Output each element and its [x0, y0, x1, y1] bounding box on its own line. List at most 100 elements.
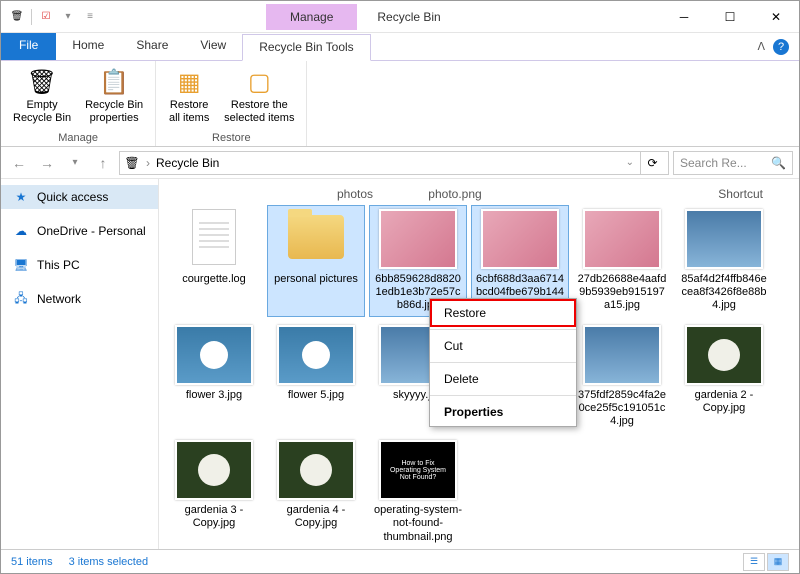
file-label: 27db26688e4aafd9b5939eb915197a15.jpg: [577, 273, 667, 313]
file-label: gardenia 3 - Copy.jpg: [169, 504, 259, 530]
tab-home[interactable]: Home: [56, 33, 120, 60]
thumbnail: [277, 440, 355, 500]
sidebar-item-quick-access[interactable]: ★ Quick access: [1, 185, 158, 209]
file-item[interactable]: personal pictures: [267, 205, 365, 317]
empty-recycle-bin-button[interactable]: 🗑 Empty Recycle Bin: [7, 65, 77, 130]
recycle-bin-icon: 🗑: [9, 9, 25, 25]
file-item[interactable]: flower 3.jpg: [165, 321, 263, 433]
navigation-bar: ← → ▾ ↑ 🗑 › Recycle Bin ⌄ ⟳ Search Re...…: [1, 147, 799, 179]
address-bar[interactable]: 🗑 › Recycle Bin ⌄ ⟳: [119, 151, 669, 175]
thumbnail: [277, 209, 355, 269]
breadcrumb[interactable]: Recycle Bin: [156, 156, 219, 170]
sidebar-item-this-pc[interactable]: 🖥 This PC: [1, 253, 158, 277]
back-button[interactable]: ←: [7, 151, 31, 175]
this-pc-icon: 🖥: [13, 257, 29, 273]
breadcrumb-separator: ›: [146, 156, 150, 170]
thumbnail: [685, 325, 763, 385]
thumbnail: [583, 325, 661, 385]
up-button[interactable]: ↑: [91, 151, 115, 175]
properties-qa-icon[interactable]: ☑: [38, 9, 54, 25]
collapse-ribbon-icon[interactable]: ᐱ: [757, 40, 765, 53]
window-title: Recycle Bin: [377, 10, 661, 24]
thumbnail: [583, 209, 661, 269]
tab-view[interactable]: View: [184, 33, 242, 60]
thumbnail: How to Fix Operating System Not Found?: [379, 440, 457, 500]
overflow-icon[interactable]: ≡: [82, 9, 98, 25]
file-label: courgette.log: [182, 273, 246, 286]
thumbnails-view-button[interactable]: ▦: [767, 553, 789, 571]
file-label: gardenia 4 - Copy.jpg: [271, 504, 361, 530]
thumbnail: [481, 209, 559, 269]
restore-all-button[interactable]: ▦ Restore all items: [162, 65, 216, 130]
status-selected-count: 3 items selected: [69, 556, 148, 568]
file-item[interactable]: 375fdf2859c4fa2e0ce25f5c191051c4.jpg: [573, 321, 671, 433]
help-icon[interactable]: ?: [773, 39, 789, 55]
main-area: ★ Quick access ☁ OneDrive - Personal 🖥 T…: [1, 179, 799, 549]
file-item[interactable]: gardenia 2 - Copy.jpg: [675, 321, 773, 433]
address-dropdown-icon[interactable]: ⌄: [626, 157, 634, 168]
ribbon: 🗑 Empty Recycle Bin 📋 Recycle Bin proper…: [1, 61, 799, 147]
recycle-bin-properties-button[interactable]: 📋 Recycle Bin properties: [79, 65, 149, 130]
menu-item-delete[interactable]: Delete: [430, 365, 576, 393]
navigation-pane: ★ Quick access ☁ OneDrive - Personal 🖥 T…: [1, 179, 159, 549]
menu-item-restore[interactable]: Restore: [430, 299, 576, 327]
recent-locations-icon[interactable]: ▾: [63, 151, 87, 175]
empty-recycle-bin-icon: 🗑: [27, 67, 57, 99]
network-icon: 🖧: [13, 291, 29, 307]
properties-label: Recycle Bin properties: [85, 99, 143, 125]
status-item-count: 51 items: [11, 556, 53, 568]
file-label: flower 3.jpg: [186, 389, 242, 402]
column-header-photos[interactable]: photos: [305, 187, 405, 201]
restore-all-label: Restore all items: [169, 99, 209, 125]
properties-icon: 📋: [99, 67, 129, 99]
column-headers: photos photo.png Shortcut: [165, 185, 793, 205]
file-item[interactable]: How to Fix Operating System Not Found?op…: [369, 436, 467, 548]
tab-share[interactable]: Share: [120, 33, 184, 60]
tab-file[interactable]: File: [1, 33, 56, 60]
maximize-button[interactable]: ☐: [707, 1, 753, 33]
minimize-button[interactable]: ─: [661, 1, 707, 33]
details-view-button[interactable]: ☰: [743, 553, 765, 571]
window-controls: ─ ☐ ✕: [661, 1, 799, 33]
file-label: 375fdf2859c4fa2e0ce25f5c191051c4.jpg: [577, 389, 667, 429]
sidebar-item-network[interactable]: 🖧 Network: [1, 287, 158, 311]
file-item[interactable]: gardenia 4 - Copy.jpg: [267, 436, 365, 548]
column-header-shortcut[interactable]: Shortcut: [505, 187, 793, 201]
content-pane[interactable]: photos photo.png Shortcut courgette.log p…: [159, 179, 799, 549]
contextual-tab-label: Manage: [266, 4, 357, 30]
file-label: flower 5.jpg: [288, 389, 344, 402]
file-item[interactable]: 27db26688e4aafd9b5939eb915197a15.jpg: [573, 205, 671, 317]
empty-recycle-bin-label: Empty Recycle Bin: [13, 99, 71, 125]
thumbnail: [175, 440, 253, 500]
group-restore-label: Restore: [162, 130, 300, 144]
thumbnail: [685, 209, 763, 269]
search-input[interactable]: Search Re... 🔍: [673, 151, 793, 175]
file-item[interactable]: courgette.log: [165, 205, 263, 317]
sidebar-item-onedrive[interactable]: ☁ OneDrive - Personal: [1, 219, 158, 243]
menu-item-properties[interactable]: Properties: [430, 398, 576, 426]
restore-selected-label: Restore the selected items: [224, 99, 294, 125]
forward-button[interactable]: →: [35, 151, 59, 175]
restore-selected-button[interactable]: ▢ Restore the selected items: [218, 65, 300, 130]
file-item[interactable]: flower 5.jpg: [267, 321, 365, 433]
thumbnail: [379, 209, 457, 269]
separator: [31, 9, 32, 25]
tab-recycle-bin-tools[interactable]: Recycle Bin Tools: [242, 34, 371, 61]
search-placeholder: Search Re...: [680, 156, 747, 170]
refresh-button[interactable]: ⟳: [640, 151, 664, 175]
menu-separator: [430, 395, 576, 396]
file-item[interactable]: gardenia 3 - Copy.jpg: [165, 436, 263, 548]
quick-access-toolbar: 🗑 ☑ ▾ ≡: [1, 9, 106, 25]
menu-separator: [430, 362, 576, 363]
sidebar-item-label: This PC: [37, 258, 80, 272]
group-manage-label: Manage: [7, 130, 149, 144]
column-header-photo-png[interactable]: photo.png: [405, 187, 505, 201]
dropdown-icon[interactable]: ▾: [60, 9, 76, 25]
menu-item-cut[interactable]: Cut: [430, 332, 576, 360]
file-label: gardenia 2 - Copy.jpg: [679, 389, 769, 415]
sidebar-item-label: OneDrive - Personal: [37, 224, 146, 238]
close-button[interactable]: ✕: [753, 1, 799, 33]
thumbnail: [175, 325, 253, 385]
file-item[interactable]: 85af4d2f4ffb846ecea8f3426f8e88b4.jpg: [675, 205, 773, 317]
menu-separator: [430, 329, 576, 330]
